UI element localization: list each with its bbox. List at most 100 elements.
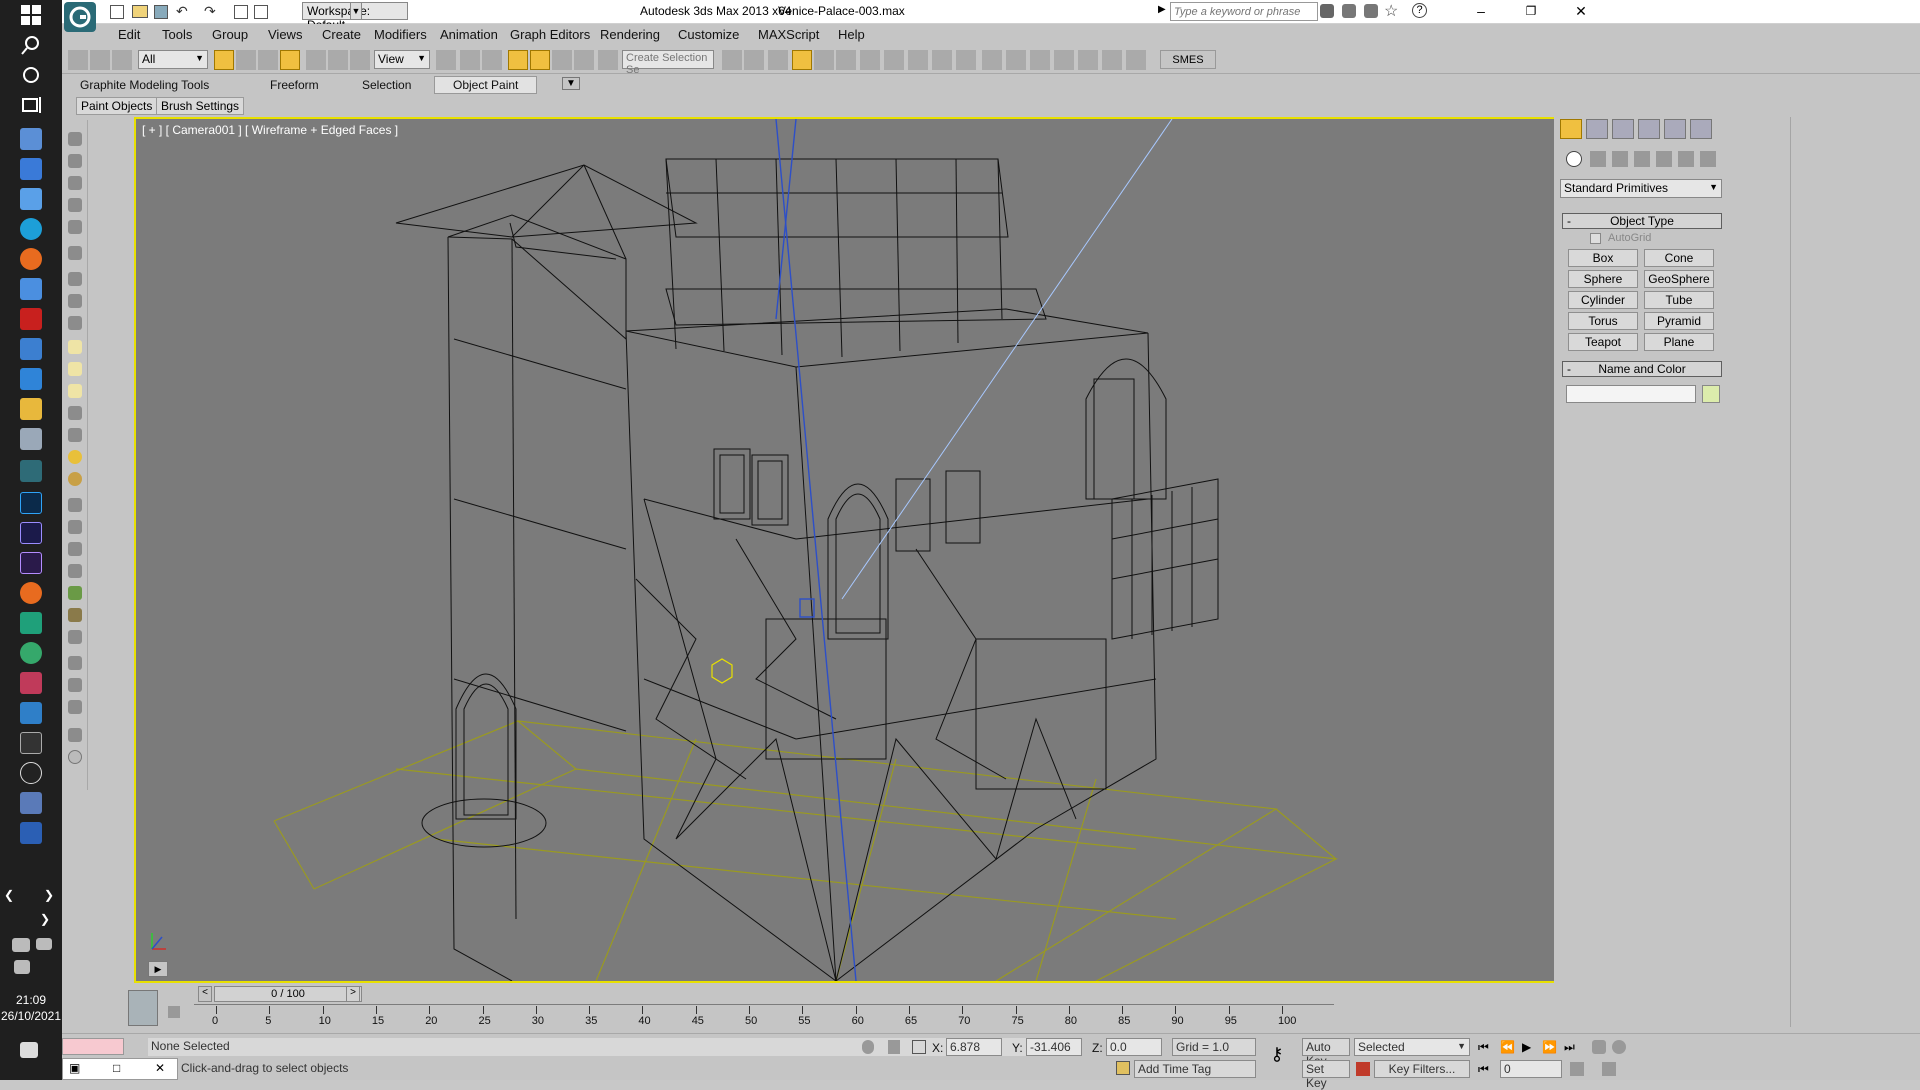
tool-icon-16[interactable] [68,498,82,512]
schematic-view-icon[interactable] [836,50,856,70]
spinner-snap-icon[interactable] [574,50,594,70]
tool-icon-19[interactable] [68,564,82,578]
tool-icon-25[interactable] [68,728,82,742]
pyramid-button[interactable]: Pyramid [1644,312,1714,330]
binoculars-icon[interactable] [1320,4,1334,18]
menu-rendering[interactable]: Rendering [600,27,660,42]
maxscript-mini-listener[interactable] [62,1038,124,1055]
key-filters-button[interactable]: Key Filters... [1374,1060,1470,1078]
menu-graph-editors[interactable]: Graph Editors [510,27,590,42]
tree-icon[interactable] [68,586,82,600]
unlink-icon[interactable] [90,50,110,70]
subscription-icon[interactable] [1342,4,1356,18]
add-time-tag-field[interactable]: Add Time Tag [1134,1060,1256,1078]
clock-date[interactable]: 26/10/2021 [0,1009,62,1023]
tool-icon-14[interactable] [68,428,82,442]
window-crossing-icon[interactable] [280,50,300,70]
name-and-color-rollout[interactable]: - Name and Color [1562,361,1722,377]
cylinder-button[interactable]: Cylinder [1568,291,1638,309]
tool-icon-23[interactable] [68,678,82,692]
workspace-menu-button[interactable]: ▼ [350,2,362,20]
app-icon-7[interactable] [20,612,42,634]
render-icon[interactable] [932,50,952,70]
render-iterative-icon[interactable] [956,50,976,70]
help-icon[interactable]: ? [1412,3,1427,18]
lights-category-icon[interactable] [1612,151,1628,167]
geosphere-button[interactable]: GeoSphere [1644,270,1714,288]
3dsmax-taskbar-icon[interactable] [20,460,42,482]
premiere-icon[interactable] [20,552,42,574]
menu-customize[interactable]: Customize [678,27,739,42]
cone-button[interactable]: Cone [1644,249,1714,267]
search-icon[interactable] [20,34,42,56]
tool-icon-1[interactable] [68,132,82,146]
manage-layers-icon[interactable] [768,50,788,70]
time-slider-track[interactable]: 0 / 100 [214,986,362,1002]
battery-icon[interactable] [36,938,52,950]
prev-frame-arrow[interactable]: < [198,986,212,1002]
tool-icon-10[interactable] [68,340,82,354]
curve-editor-icon[interactable] [814,50,834,70]
isolate-selection-icon[interactable] [862,1040,874,1054]
paint-objects-tab[interactable]: Paint Objects [76,97,158,115]
app-icon-1[interactable] [20,128,42,150]
unreal-icon[interactable] [20,762,42,784]
bucket-icon[interactable] [1030,50,1050,70]
task-view-icon[interactable] [20,94,42,116]
tool-icon-24[interactable] [68,700,82,714]
next-frame-icon[interactable]: ⏩ [1542,1040,1557,1054]
select-by-name-icon[interactable] [236,50,256,70]
app-icon-10[interactable] [20,702,42,724]
clock-time[interactable]: 21:09 [0,993,62,1007]
orbit-icon[interactable] [1612,1040,1626,1054]
geometry-category-icon[interactable] [1566,151,1582,167]
object-name-field[interactable] [1566,385,1696,403]
word-icon[interactable] [20,822,42,844]
maximize-viewport-icon[interactable] [1602,1062,1616,1076]
mirror-icon[interactable] [722,50,742,70]
helpers-category-icon[interactable] [1656,151,1672,167]
previous-frame-icon[interactable]: ⏪ [1500,1040,1515,1054]
select-move-icon[interactable] [306,50,326,70]
create-tab-icon[interactable] [1560,119,1582,139]
teapot-button[interactable]: Teapot [1568,333,1638,351]
app-icon-4[interactable] [20,278,42,300]
restore-button[interactable]: ❐ [1508,0,1554,24]
box-button[interactable]: Box [1568,249,1638,267]
camera-viewport[interactable]: [ + ] [ Camera001 ] [ Wireframe + Edged … [134,117,1614,983]
show-hidden-icons[interactable]: ❯ [40,912,54,926]
align-icon[interactable] [744,50,764,70]
tool-icon-5[interactable] [68,220,82,234]
track-bar[interactable]: 0 5 10 15 20 25 30 35 40 45 50 55 60 65 70 75 80 85 90 95 10… [128,990,1624,1030]
app-icon-2[interactable] [20,158,42,180]
snaps-toggle-icon[interactable] [508,50,528,70]
render-setup-icon[interactable] [884,50,904,70]
fetch-icon[interactable] [254,5,268,19]
tool-icon-22[interactable] [68,656,82,670]
brush-settings-tab[interactable]: Brush Settings [156,97,245,115]
bind-space-warp-icon[interactable] [112,50,132,70]
network-icon[interactable] [12,938,30,952]
key-mode-dropdown[interactable]: Selected ▼ [1354,1038,1470,1056]
current-frame-field[interactable]: 0 [1500,1060,1562,1078]
windows-start-icon[interactable] [20,4,42,26]
open-file-icon[interactable] [132,5,148,18]
filezilla-icon[interactable] [20,308,42,330]
key-filter-icon[interactable] [168,1006,180,1018]
z-coordinate-field[interactable]: 0.0 [1106,1038,1162,1056]
communication-center-icon[interactable] [1364,4,1378,18]
auto-key-button[interactable]: Auto Key [1302,1038,1350,1068]
keyboard-shortcut-override-icon[interactable] [482,50,502,70]
cortana-icon[interactable] [20,64,42,86]
favorites-star-icon[interactable]: ☆ [1384,1,1398,21]
sun-light-icon[interactable] [68,450,82,464]
menu-views[interactable]: Views [268,27,302,42]
app-logo-icon[interactable] [64,2,96,32]
app-icon-3[interactable] [20,188,42,210]
tool-icon-3[interactable] [68,176,82,190]
material-editor-icon[interactable] [860,50,880,70]
close-button[interactable]: ✕ [1558,0,1604,24]
epic-games-icon[interactable] [20,732,42,754]
sphere-helper-icon[interactable] [1006,50,1026,70]
x-coordinate-field[interactable]: 6.878 [946,1038,1002,1056]
